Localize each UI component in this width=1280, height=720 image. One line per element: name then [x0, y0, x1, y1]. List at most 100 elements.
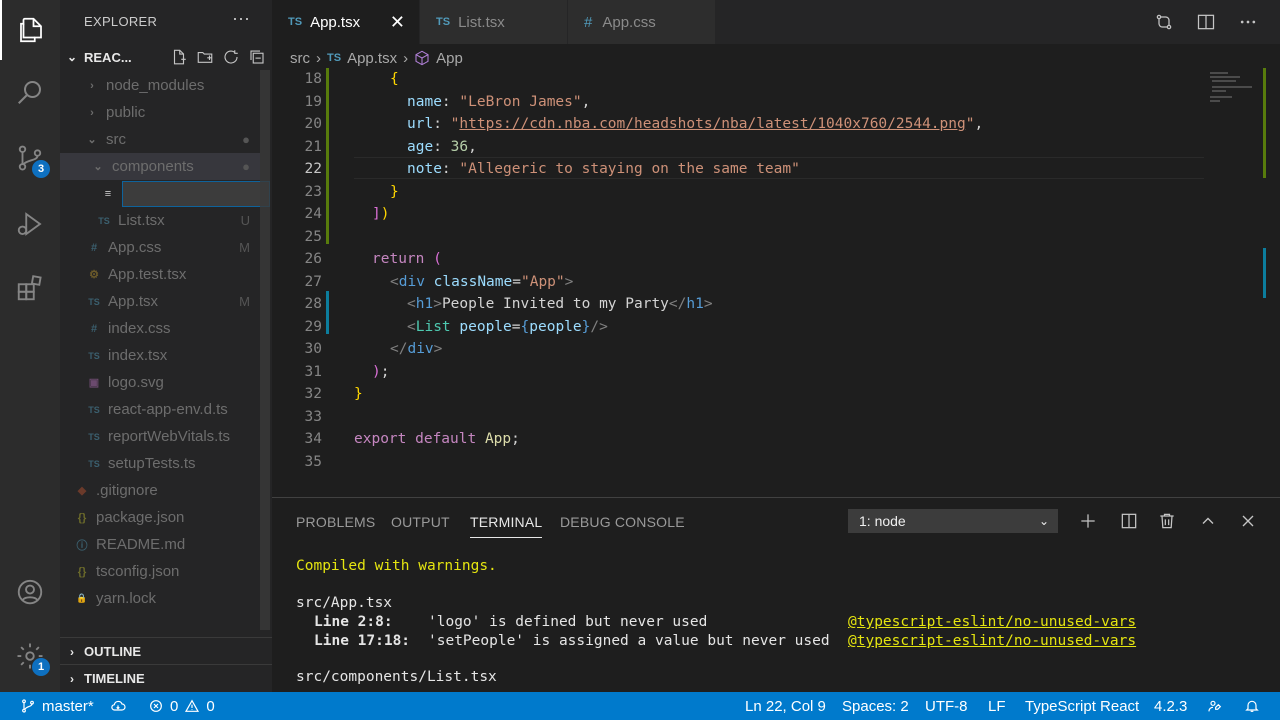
cursor-position[interactable]: Ln 22, Col 9: [745, 692, 826, 720]
tree-item-app-css[interactable]: # App.css M: [60, 234, 260, 261]
terminal-warning-location: Line 2:8:: [314, 614, 393, 630]
tab-debug-console[interactable]: DEBUG CONSOLE: [560, 514, 685, 530]
tree-item-app-tsx[interactable]: TS App.tsx M: [60, 288, 260, 315]
line-number: 22: [304, 161, 322, 178]
tab-app-css[interactable]: # App.css: [568, 0, 716, 44]
minimap[interactable]: [1200, 68, 1280, 496]
tree-item-tsconfig[interactable]: {} tsconfig.json: [60, 558, 260, 585]
new-terminal-icon[interactable]: [1076, 509, 1100, 533]
tree-item-index-css[interactable]: # index.css: [60, 315, 260, 342]
indentation-setting[interactable]: Spaces: 2: [842, 692, 909, 720]
new-folder-icon[interactable]: [196, 48, 214, 66]
outline-section-header[interactable]: › OUTLINE: [60, 637, 272, 665]
tree-item-yarn-lock[interactable]: 🔒 yarn.lock: [60, 585, 260, 612]
sync-status[interactable]: [110, 692, 126, 720]
tree-item-public[interactable]: › public: [60, 99, 260, 126]
eol-setting[interactable]: LF: [988, 692, 1006, 720]
tree-item-report-web-vitals[interactable]: TS reportWebVitals.ts: [60, 423, 260, 450]
line-number: 29: [304, 318, 322, 335]
line-number: 21: [304, 138, 322, 155]
refresh-icon[interactable]: [222, 48, 240, 66]
tree-item-src[interactable]: ⌄ src ●: [60, 126, 260, 153]
json-file-icon: {}: [77, 565, 87, 578]
new-file-name-input[interactable]: [122, 181, 270, 207]
code-text: <div className="App">: [390, 273, 574, 290]
tree-item-label: react-app-env.d.ts: [108, 401, 228, 418]
timeline-section-header[interactable]: › TIMELINE: [60, 664, 272, 692]
accounts-icon[interactable]: [0, 562, 60, 622]
close-icon[interactable]: ✕: [390, 12, 405, 33]
encoding-setting[interactable]: UTF-8: [925, 692, 968, 720]
bottom-panel: PROBLEMS OUTPUT TERMINAL DEBUG CONSOLE 1…: [272, 497, 1280, 692]
tree-item-index-tsx[interactable]: TS index.tsx: [60, 342, 260, 369]
line-number: 31: [304, 363, 322, 380]
typescript-version[interactable]: 4.2.3: [1154, 692, 1187, 720]
tree-item-node-modules[interactable]: › node_modules: [60, 72, 260, 99]
tree-item-setup-tests[interactable]: TS setupTests.ts: [60, 450, 260, 477]
split-terminal-icon[interactable]: [1117, 509, 1141, 533]
split-editor-icon[interactable]: [1196, 12, 1216, 32]
settings-gear-icon[interactable]: 1: [0, 626, 60, 686]
close-panel-icon[interactable]: [1236, 509, 1260, 533]
trash-icon[interactable]: [1155, 509, 1179, 533]
tab-terminal[interactable]: TERMINAL: [470, 514, 543, 538]
typescript-file-icon: TS: [88, 404, 100, 415]
language-mode[interactable]: TypeScript React: [1025, 692, 1139, 720]
open-changes-icon[interactable]: [1154, 12, 1174, 32]
typescript-file-icon: TS: [436, 16, 451, 28]
terminal-rule-link[interactable]: @typescript-eslint/no-unused-vars: [848, 614, 1136, 630]
more-actions-icon[interactable]: [1238, 12, 1258, 32]
code-text: {: [390, 71, 399, 88]
tree-item-readme[interactable]: ⓘ README.md: [60, 531, 260, 558]
typescript-file-icon: TS: [98, 215, 110, 226]
chevron-down-icon: ⌄: [1038, 514, 1049, 528]
new-file-icon[interactable]: [170, 48, 188, 66]
tree-item-label: .gitignore: [96, 482, 158, 499]
chevron-right-icon: ›: [70, 671, 74, 686]
search-icon[interactable]: [0, 62, 60, 122]
code-line: 18 {: [272, 68, 1280, 91]
tree-item-logo-svg[interactable]: ▣ logo.svg: [60, 369, 260, 396]
collapse-all-icon[interactable]: [248, 48, 266, 66]
tree-item-package-json[interactable]: {} package.json: [60, 504, 260, 531]
tree-item-label: App.css: [108, 239, 162, 256]
tree-item-gitignore[interactable]: ◆ .gitignore: [60, 477, 260, 504]
tree-item-components[interactable]: ⌄ components ●: [60, 153, 260, 180]
tab-app-tsx[interactable]: TS App.tsx ✕: [272, 0, 420, 44]
explorer-icon[interactable]: [0, 0, 60, 60]
code-line: 20 url: "https://cdn.nba.com/headshots/nb…: [272, 113, 1280, 136]
breadcrumb-symbol[interactable]: App: [436, 50, 463, 67]
notifications-bell-icon[interactable]: [1244, 692, 1260, 720]
code-text: );: [372, 363, 390, 380]
tab-list-tsx[interactable]: TS List.tsx: [420, 0, 568, 44]
tree-item-app-test-tsx[interactable]: ⚙ App.test.tsx: [60, 261, 260, 288]
code-line: 23}: [272, 181, 1280, 204]
tab-problems[interactable]: PROBLEMS: [296, 514, 375, 530]
breadcrumb-file[interactable]: App.tsx: [347, 50, 397, 67]
git-branch-status[interactable]: master*: [20, 692, 94, 720]
problems-status[interactable]: 0 0: [148, 692, 215, 720]
minimap-line: [1210, 96, 1232, 98]
tab-output[interactable]: OUTPUT: [391, 514, 450, 530]
tree-item-label: README.md: [96, 536, 186, 553]
project-section-header[interactable]: ⌄ REAC...: [60, 43, 272, 71]
css-file-icon: #: [584, 13, 593, 31]
extensions-icon[interactable]: [0, 258, 60, 318]
tree-item-react-app-env[interactable]: TS react-app-env.d.ts: [60, 396, 260, 423]
code-line: 27 <div className="App">: [272, 271, 1280, 294]
tab-label: App.tsx: [310, 13, 361, 31]
breadcrumb-folder[interactable]: src: [290, 50, 310, 67]
terminal-select[interactable]: 1: node ⌄: [848, 509, 1058, 533]
sidebar-scrollbar[interactable]: [260, 70, 270, 630]
run-debug-icon[interactable]: [0, 194, 60, 254]
code-editor[interactable]: 18 { 19 name: "LeBron James", 20 url: "http…: [272, 68, 1280, 496]
more-actions-icon[interactable]: ···: [232, 8, 250, 29]
file-lines-icon: ≡: [104, 187, 112, 200]
outline-label: OUTLINE: [84, 644, 142, 659]
terminal-rule-link[interactable]: @typescript-eslint/no-unused-vars: [848, 633, 1136, 649]
tree-item-list-tsx[interactable]: TS List.tsx U: [60, 207, 260, 234]
maximize-panel-icon[interactable]: [1196, 509, 1220, 533]
feedback-icon[interactable]: [1207, 692, 1223, 720]
line-number: 33: [304, 408, 322, 425]
source-control-icon[interactable]: 3: [0, 128, 60, 188]
